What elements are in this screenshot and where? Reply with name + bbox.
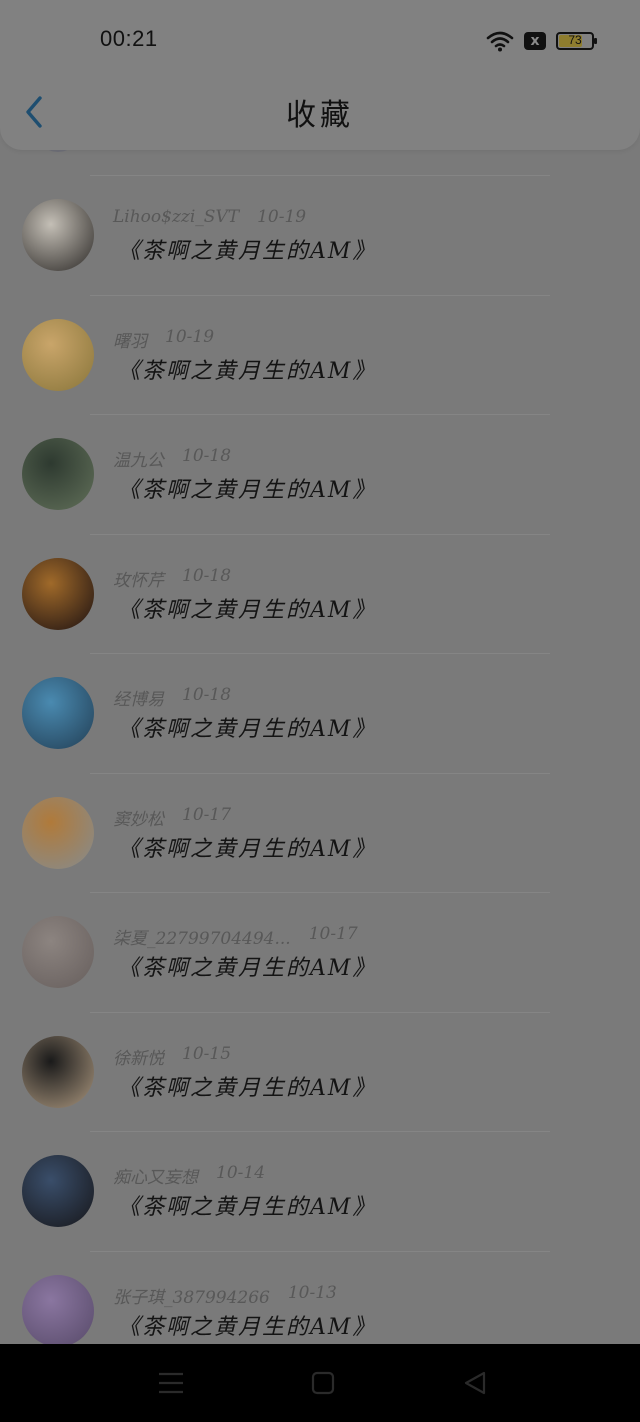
row-divider bbox=[90, 653, 550, 654]
status-icons: x 73 bbox=[486, 28, 597, 54]
wifi-icon bbox=[486, 30, 514, 52]
item-title[interactable]: 《茶啊之黄月生的AM》 bbox=[118, 472, 376, 504]
user-name[interactable]: Lihoo$zzi_SVT bbox=[113, 207, 239, 227]
item-title[interactable]: 《茶啊之黄月生的AM》 bbox=[118, 831, 376, 863]
avatar[interactable] bbox=[22, 438, 94, 510]
avatar[interactable] bbox=[22, 1035, 94, 1108]
list-item[interactable]: 曙羽 10-19 《茶啊之黄月生的AM》 bbox=[0, 294, 640, 415]
item-title[interactable]: 《茶啊之黄月生的AM》 bbox=[118, 1070, 376, 1102]
row-divider bbox=[90, 892, 550, 893]
item-meta: 柒夏_22799704494... 10-17 bbox=[113, 924, 358, 949]
favorites-list: Lihoo$zzi_SVT 10-19 《茶啊之黄月生的AM》 曙羽 10-19 《茶啊之… bbox=[0, 175, 640, 1370]
user-name[interactable]: 徐新悦 bbox=[113, 1044, 164, 1069]
avatar[interactable] bbox=[22, 677, 94, 749]
item-meta: 窦妙松 10-17 bbox=[113, 805, 231, 830]
avatar[interactable] bbox=[22, 916, 94, 988]
item-date: 10-14 bbox=[216, 1163, 266, 1183]
item-date: 10-17 bbox=[182, 804, 232, 825]
list-item[interactable]: 柒夏_22799704494... 10-17 《茶啊之黄月生的AM》 bbox=[0, 892, 640, 1012]
item-title[interactable]: 《茶啊之黄月生的AM》 bbox=[118, 1189, 376, 1221]
item-date: 10-18 bbox=[182, 685, 232, 705]
user-name[interactable]: 玫怀芹 bbox=[113, 566, 164, 591]
item-meta: 张子琪_387994266 10-13 bbox=[113, 1283, 337, 1308]
list-item[interactable]: Lihoo$zzi_SVT 10-19 《茶啊之黄月生的AM》 bbox=[0, 175, 640, 295]
row-divider bbox=[90, 175, 550, 176]
user-name[interactable]: 经博易 bbox=[113, 685, 164, 710]
avatar[interactable] bbox=[22, 1155, 94, 1227]
row-divider bbox=[90, 1131, 550, 1132]
row-divider bbox=[90, 533, 550, 535]
system-nav-bar bbox=[0, 1344, 640, 1422]
nav-back-button[interactable] bbox=[460, 1368, 490, 1398]
back-triangle-icon bbox=[464, 1371, 486, 1395]
item-title[interactable]: 《茶啊之黄月生的AM》 bbox=[118, 711, 376, 743]
user-name[interactable]: 温九公 bbox=[113, 446, 164, 471]
avatar[interactable] bbox=[22, 557, 94, 630]
status-time: 00:21 bbox=[100, 26, 158, 51]
item-date: 10-18 bbox=[182, 565, 232, 586]
menu-button[interactable] bbox=[156, 1368, 186, 1398]
row-divider bbox=[90, 294, 550, 296]
home-square-icon bbox=[311, 1371, 335, 1395]
avatar[interactable] bbox=[22, 1274, 94, 1347]
item-date: 10-13 bbox=[287, 1282, 337, 1303]
avatar[interactable] bbox=[22, 199, 94, 271]
row-divider bbox=[90, 1250, 550, 1252]
row-divider bbox=[90, 1011, 550, 1013]
page-title: 收藏 bbox=[286, 98, 354, 133]
top-bar: 00:21 x 73 收藏 bbox=[0, 0, 640, 150]
item-title[interactable]: 《茶啊之黄月生的AM》 bbox=[118, 592, 376, 624]
list-item[interactable]: 徐新悦 10-15 《茶啊之黄月生的AM》 bbox=[0, 1011, 640, 1132]
item-meta: Lihoo$zzi_SVT 10-19 bbox=[113, 207, 306, 227]
item-title[interactable]: 《茶啊之黄月生的AM》 bbox=[118, 1309, 376, 1341]
item-meta: 温九公 10-18 bbox=[113, 446, 231, 471]
item-date: 10-15 bbox=[182, 1043, 232, 1064]
avatar[interactable] bbox=[22, 318, 94, 391]
user-name[interactable]: 柒夏_22799704494... bbox=[113, 924, 291, 949]
item-title[interactable]: 《茶啊之黄月生的AM》 bbox=[118, 950, 376, 982]
home-button[interactable] bbox=[308, 1368, 338, 1398]
list-item[interactable]: 玫怀芹 10-18 《茶啊之黄月生的AM》 bbox=[0, 533, 640, 654]
user-name[interactable]: 曙羽 bbox=[113, 327, 147, 352]
item-date: 10-17 bbox=[308, 924, 358, 944]
row-divider bbox=[90, 414, 550, 415]
list-item[interactable]: 经博易 10-18 《茶啊之黄月生的AM》 bbox=[0, 653, 640, 773]
item-date: 10-19 bbox=[165, 326, 215, 347]
user-name[interactable]: 痴心又妄想 bbox=[113, 1163, 198, 1188]
item-date: 10-18 bbox=[182, 446, 232, 466]
menu-icon bbox=[159, 1372, 183, 1394]
battery-icon: 73 bbox=[556, 32, 597, 50]
avatar[interactable] bbox=[22, 796, 94, 869]
item-meta: 痴心又妄想 10-14 bbox=[113, 1163, 265, 1188]
list-item[interactable]: 温九公 10-18 《茶啊之黄月生的AM》 bbox=[0, 414, 640, 534]
user-name[interactable]: 张子琪_387994266 bbox=[113, 1283, 270, 1308]
battery-level: 73 bbox=[568, 33, 582, 47]
no-sim-icon: x bbox=[524, 32, 546, 50]
user-name[interactable]: 窦妙松 bbox=[113, 805, 164, 830]
item-meta: 曙羽 10-19 bbox=[113, 327, 214, 352]
item-meta: 徐新悦 10-15 bbox=[113, 1044, 231, 1069]
item-date: 10-19 bbox=[257, 207, 307, 227]
item-meta: 经博易 10-18 bbox=[113, 685, 231, 710]
list-item[interactable]: 痴心又妄想 10-14 《茶啊之黄月生的AM》 bbox=[0, 1131, 640, 1251]
item-title[interactable]: 《茶啊之黄月生的AM》 bbox=[118, 233, 376, 265]
item-title[interactable]: 《茶啊之黄月生的AM》 bbox=[118, 353, 376, 385]
row-divider bbox=[90, 772, 550, 774]
list-item[interactable]: 窦妙松 10-17 《茶啊之黄月生的AM》 bbox=[0, 772, 640, 893]
item-meta: 玫怀芹 10-18 bbox=[113, 566, 231, 591]
